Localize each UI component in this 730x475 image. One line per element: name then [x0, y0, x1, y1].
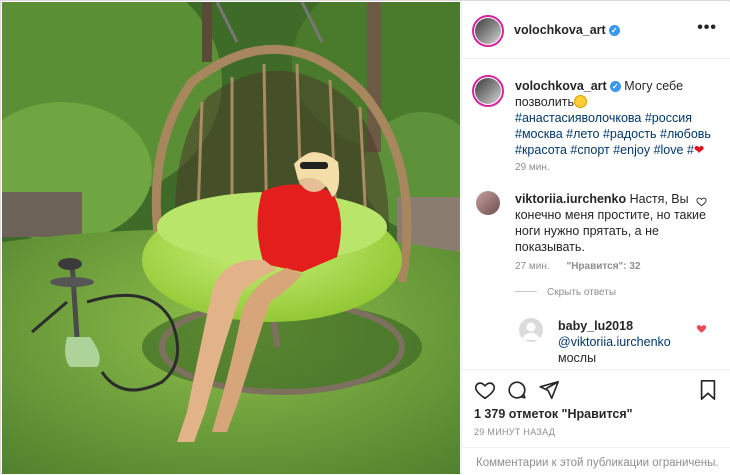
grinning-face-icon [574, 95, 588, 108]
reply-avatar[interactable] [519, 318, 543, 342]
hashtag[interactable]: # [687, 143, 694, 157]
heart-icon[interactable] [696, 323, 707, 337]
post-actions: 1 379 отметок "Нравится" 29 МИНУТ НАЗАД … [462, 369, 730, 474]
post-header: volochkova_art ✓ ••• [462, 2, 730, 59]
hashtag[interactable]: #радость [603, 127, 657, 141]
bookmark-icon[interactable] [698, 379, 718, 404]
hashtag[interactable]: #лето [566, 127, 599, 141]
hashtag[interactable]: #спорт [570, 143, 609, 157]
comments-restricted-notice: Комментарии к этой публикации ограничены… [462, 447, 730, 475]
garden-swing-photo [2, 2, 460, 474]
caption-avatar[interactable] [472, 75, 504, 107]
hashtag[interactable]: #enjoy [613, 143, 650, 157]
reply-username[interactable]: baby_lu2018 [558, 319, 633, 333]
comment-likes[interactable]: "Нравится": 32 [566, 261, 640, 272]
more-icon[interactable]: ••• [697, 19, 717, 37]
comment-icon[interactable] [506, 379, 528, 404]
author-avatar[interactable] [472, 15, 504, 47]
heart-icon[interactable] [696, 196, 707, 210]
verified-icon: ✓ [609, 81, 621, 92]
replies-divider [515, 291, 537, 292]
post-caption: volochkova_art ✓ Могу себе позволить #ана… [515, 78, 715, 158]
post-timestamp[interactable]: 29 МИНУТ НАЗАД [474, 427, 555, 437]
caption-time[interactable]: 29 мин. [515, 162, 550, 173]
likes-count[interactable]: 1 379 отметок "Нравится" [474, 407, 633, 421]
hashtag[interactable]: #россия [645, 111, 692, 125]
caption-username[interactable]: volochkova_art [515, 79, 607, 93]
reply-mention[interactable]: @viktoriia.iurchenko [558, 335, 671, 349]
comment-meta: 27 мин. "Нравится": 32 [515, 261, 641, 272]
comment: viktoriia.iurchenko Настя, Вы конечно ме… [515, 191, 715, 255]
post-photo[interactable] [2, 2, 460, 474]
reply-text: мослы [558, 351, 597, 365]
red-heart-icon: ❤ [693, 143, 705, 157]
comment-username[interactable]: viktoriia.iurchenko [515, 192, 626, 206]
share-icon[interactable] [538, 379, 560, 404]
post-frame: volochkova_art ✓ ••• volochkova_art ✓ Могу… [0, 0, 730, 474]
commenter-avatar[interactable] [476, 191, 500, 215]
hashtag[interactable]: #анастасияволочкова [515, 111, 641, 125]
hide-replies-button[interactable]: Скрыть ответы [515, 287, 616, 298]
post-details-panel: volochkova_art ✓ ••• volochkova_art ✓ Могу… [461, 2, 730, 474]
hashtag[interactable]: #москва [515, 127, 563, 141]
verified-icon: ✓ [608, 25, 620, 36]
comment-time[interactable]: 27 мин. [515, 261, 550, 272]
hashtag[interactable]: #красота [515, 143, 567, 157]
heart-icon[interactable] [474, 379, 496, 404]
hashtag[interactable]: #любовь [660, 127, 711, 141]
hashtag[interactable]: #love [654, 143, 684, 157]
author-username[interactable]: volochkova_art ✓ [514, 23, 620, 37]
